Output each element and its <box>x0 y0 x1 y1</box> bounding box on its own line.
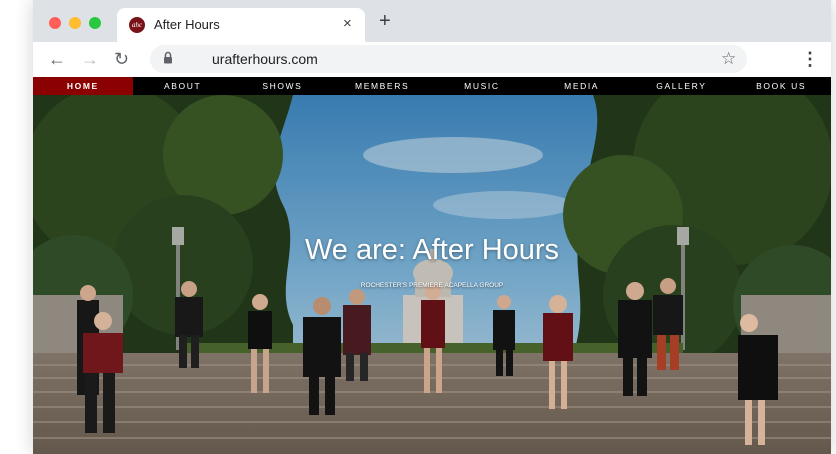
reload-button[interactable]: ↻ <box>114 49 129 69</box>
nav-item-members[interactable]: MEMBERS <box>332 77 432 95</box>
browser-tab[interactable]: ahc After Hours × <box>117 8 365 42</box>
nav-item-home[interactable]: HOME <box>33 77 133 95</box>
back-button[interactable]: ← <box>48 49 66 69</box>
hero-group-photo <box>33 95 831 454</box>
site-favicon-icon: ahc <box>129 17 145 33</box>
window-maximize-button[interactable] <box>89 17 101 29</box>
tab-strip: ahc After Hours × + <box>33 0 831 42</box>
window-close-button[interactable] <box>49 17 61 29</box>
nav-item-music[interactable]: MUSIC <box>432 77 532 95</box>
nav-item-shows[interactable]: SHOWS <box>233 77 333 95</box>
window-minimize-button[interactable] <box>69 17 81 29</box>
tab-close-icon[interactable]: × <box>343 15 352 32</box>
nav-item-gallery[interactable]: GALLERY <box>632 77 732 95</box>
browser-toolbar: ← → ↻ urafterhours.com ☆ ⋮ <box>33 42 831 77</box>
site-navigation: HOME ABOUT SHOWS MEMBERS MUSIC MEDIA GAL… <box>33 77 831 95</box>
nav-item-media[interactable]: MEDIA <box>532 77 632 95</box>
forward-button[interactable]: → <box>81 49 99 69</box>
nav-item-about[interactable]: ABOUT <box>133 77 233 95</box>
lock-icon <box>164 51 172 64</box>
browser-menu-icon[interactable]: ⋮ <box>801 49 819 69</box>
hero-title: We are: After Hours <box>304 234 560 266</box>
tab-title: After Hours <box>154 17 220 32</box>
new-tab-button[interactable]: + <box>379 11 391 31</box>
hero-banner: We are: After Hours ROCHESTER'S PREMIERE… <box>33 95 831 454</box>
url-text: urafterhours.com <box>212 51 318 67</box>
browser-window: ahc After Hours × + ← → ↻ urafterhours.c… <box>33 0 831 454</box>
hero-subtitle: ROCHESTER'S PREMIERE ACAPELLA GROUP <box>360 282 504 289</box>
address-bar[interactable]: urafterhours.com ☆ <box>150 45 747 73</box>
bookmark-star-icon[interactable]: ☆ <box>721 49 736 69</box>
nav-item-book-us[interactable]: BOOK US <box>731 77 831 95</box>
